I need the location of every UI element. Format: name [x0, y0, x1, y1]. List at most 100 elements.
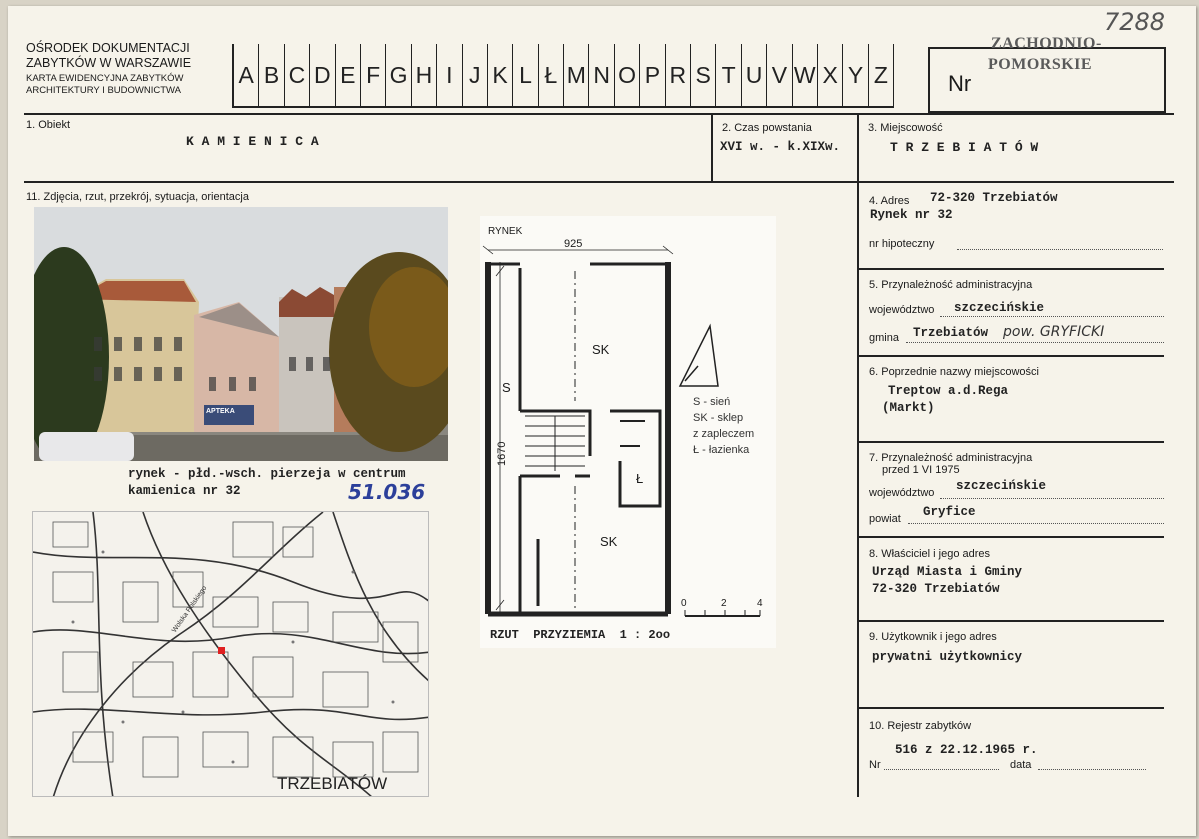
street-photo-image	[34, 207, 448, 461]
uzytkownik-label: 9. Użytkownik i jego adres	[869, 631, 997, 643]
index-letter: X	[818, 44, 844, 106]
rejestr-nr-label: Nr	[869, 759, 881, 771]
index-letter: E	[336, 44, 361, 106]
index-letter: M	[564, 44, 590, 106]
index-letter: P	[640, 44, 666, 106]
adres-label: 4. Adres	[869, 195, 910, 207]
nr-label: Nr	[948, 71, 972, 96]
hipoteczny-label: nr hipoteczny	[869, 238, 935, 250]
scale-tick-2: 2	[721, 598, 727, 609]
index-letter: K	[488, 44, 514, 106]
index-letter: T	[716, 44, 742, 106]
floor-plan: RYNEK 925 1670 S SK SK Ł S - sień SK - s…	[480, 216, 776, 648]
index-letter: F	[361, 44, 387, 106]
room-sk1-label: SK	[592, 342, 610, 357]
index-letter: H	[412, 44, 438, 106]
adres-line1: 72-320 Trzebiatów	[930, 191, 1058, 205]
woj75-label: województwo	[869, 487, 935, 499]
index-letter: D	[310, 44, 336, 106]
room-l-label: Ł	[636, 471, 644, 486]
wlasciciel-line1: Urząd Miasta i Gminy	[872, 565, 1023, 579]
plan-width-dim: 925	[564, 238, 583, 250]
admin75-label-line2: przed 1 VI 1975	[882, 464, 960, 476]
index-letter: S	[691, 44, 717, 106]
room-s-label: S	[502, 380, 511, 395]
rejestr-label: 10. Rejestr zabytków	[869, 720, 972, 732]
rejestr-value: 516 z 22.12.1965 r.	[895, 743, 1038, 757]
index-letter: B	[259, 44, 285, 106]
inventory-card: OŚRODEK DOKUMENTACJI ZABYTKÓW W WARSZAWI…	[8, 6, 1196, 836]
divider-4	[858, 268, 1164, 270]
legend-item: z zapleczem	[693, 428, 755, 440]
plan-depth-dim: 1670	[496, 441, 508, 466]
admin75-label-line1: 7. Przynależność administracyjna	[869, 452, 1033, 464]
index-letter: C	[285, 44, 311, 106]
institution-block: OŚRODEK DOKUMENTACJI ZABYTKÓW W WARSZAWI…	[26, 41, 226, 97]
alphabet-index: ABCDEFGHIJKLŁMNOPRSTUVWXYZ	[232, 44, 895, 108]
obiekt-label: 1. Obiekt	[26, 119, 71, 131]
woj-label: województwo	[869, 304, 935, 316]
situation-map: Wolska Polskiego TRZEBIATÓW	[32, 511, 429, 797]
rejestr-data-field	[1038, 769, 1146, 770]
handwritten-card-number: 7288	[1104, 8, 1166, 36]
rejestr-nr-field	[884, 769, 999, 770]
institution-line2: ZABYTKÓW W WARSZAWIE	[26, 56, 192, 70]
woj-value: szczecińskie	[954, 301, 1045, 315]
miejscowosc-value: T R Z E B I A T Ó W	[890, 140, 1039, 155]
handwritten-photo-code: 51.036	[348, 480, 426, 504]
legend-item: SK - sklep	[693, 412, 744, 424]
index-letter: G	[386, 44, 412, 106]
index-letter: Y	[843, 44, 869, 106]
divider-right-column	[857, 113, 859, 797]
czas-label: 2. Czas powstania	[722, 122, 812, 134]
divider-row1	[24, 181, 1174, 183]
wlasciciel-line2: 72-320 Trzebiatów	[872, 582, 1000, 596]
plan-rynek-label: RYNEK	[488, 226, 523, 237]
powiat-field	[908, 523, 1164, 524]
gmina-label: gmina	[869, 332, 899, 344]
legend-item: S - sień	[693, 396, 731, 408]
gmina-value: Trzebiatów	[913, 326, 989, 340]
admin-label: 5. Przynależność administracyjna	[869, 279, 1033, 291]
index-letter: Ł	[539, 44, 565, 106]
map-town-label: TRZEBIATÓW	[277, 774, 388, 793]
index-letter: R	[666, 44, 692, 106]
index-letter: L	[513, 44, 539, 106]
photos-section-label: 11. Zdjęcia, rzut, przekrój, sytuacja, o…	[26, 191, 249, 203]
woj75-field	[940, 498, 1164, 499]
divider-8	[858, 620, 1164, 622]
index-letter: N	[589, 44, 615, 106]
poprzednie-line2: (Markt)	[882, 401, 935, 415]
plan-title: RZUT PRZYZIEMIA 1 : 2oo	[490, 628, 671, 642]
adres-line2: Rynek nr 32	[870, 208, 953, 222]
index-letter: A	[234, 44, 260, 106]
poprzednie-label: 6. Poprzednie nazwy miejscowości	[869, 366, 1039, 378]
index-letter: Z	[869, 44, 895, 106]
region-stamp-line2: POMORSKIE	[988, 56, 1093, 73]
shop-sign: APTEKA	[206, 408, 235, 415]
obiekt-value: K A M I E N I C A	[186, 134, 319, 149]
poprzednie-line1: Treptow a.d.Rega	[888, 384, 1009, 398]
hipoteczny-field	[957, 249, 1163, 250]
czas-value: XVI w. - k.XIXw.	[720, 140, 841, 154]
index-letter: U	[742, 44, 768, 106]
woj-field	[940, 316, 1164, 317]
gmina-handwritten-note: pow. GRYFICKI	[1003, 324, 1105, 340]
room-sk2-label: SK	[600, 534, 618, 549]
divider-header	[24, 113, 1174, 115]
divider-5	[858, 355, 1164, 357]
index-letter: V	[767, 44, 793, 106]
scale-tick-4: 4	[757, 598, 763, 609]
gmina-field	[906, 342, 1164, 343]
divider-9	[858, 707, 1164, 709]
legend-item: Ł - łazienka	[693, 444, 750, 456]
card-type-line2: ARCHITEKTURY I BUDOWNICTWA	[26, 85, 181, 96]
index-letter: O	[615, 44, 641, 106]
divider-7	[858, 536, 1164, 538]
plan-legend: S - sień SK - sklep z zapleczem Ł - łazi…	[693, 394, 754, 458]
scale-tick-0: 0	[681, 598, 687, 609]
index-letter: W	[793, 44, 818, 106]
index-letter: I	[437, 44, 463, 106]
powiat-value: Gryfice	[923, 505, 976, 519]
photo-caption-line1: rynek - płd.-wsch. pierzeja w centrum	[128, 467, 406, 481]
